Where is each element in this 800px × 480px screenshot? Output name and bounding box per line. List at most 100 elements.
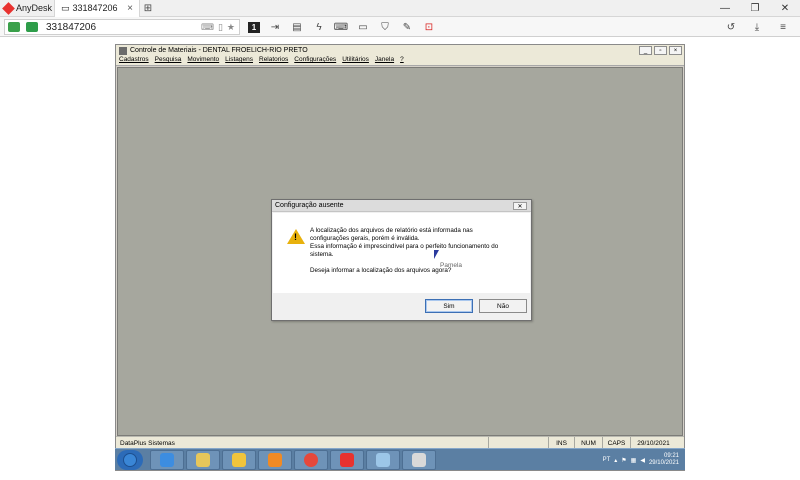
close-button[interactable]: ✕ [770, 0, 800, 17]
dialog-line-3: Essa informação é imprescindível para o … [310, 242, 499, 250]
taskbar-printer[interactable] [402, 450, 436, 470]
menu-icon[interactable]: ≡ [776, 20, 790, 34]
favorite-star-icon[interactable]: ★ [227, 22, 235, 33]
permissions-shield-icon[interactable]: ⛉ [378, 20, 392, 34]
yes-button[interactable]: Sim [425, 299, 473, 313]
app-blue-icon [376, 453, 390, 467]
menu-listagens[interactable]: Listagens [225, 56, 253, 65]
taskbar-apps [150, 450, 436, 470]
app-yellow-icon [232, 453, 246, 467]
app-close-button[interactable]: × [669, 46, 682, 55]
menu-janela[interactable]: Janela [375, 56, 394, 65]
tray-clock[interactable]: 09:21 29/10/2021 [649, 453, 679, 467]
address-bar[interactable]: 331847206 ⌨ ▯ ★ [4, 19, 240, 35]
taskbar-app-blue[interactable] [366, 450, 400, 470]
dialog-line-4: sistema. [310, 250, 334, 258]
dialog-close-button[interactable]: ✕ [513, 202, 527, 210]
chat-icon[interactable]: ▤ [290, 20, 304, 34]
dialog-message: A localização dos arquivos de relatório … [310, 227, 522, 274]
right-tools: ↺ ⤓ ≡ [724, 19, 790, 35]
new-tab-button[interactable]: ⊞ [140, 0, 156, 17]
taskbar-ie[interactable] [150, 450, 184, 470]
taskbar-app-yellow[interactable] [222, 450, 256, 470]
windows-logo-icon [123, 453, 137, 467]
tray-language[interactable]: PT [603, 457, 611, 463]
dialog-title: Configuração ausente [275, 202, 344, 209]
forward-icon[interactable]: ⇥ [268, 20, 282, 34]
menu-utilitarios[interactable]: Utilitários [342, 56, 369, 65]
keyboard-icon[interactable]: ⌨ [201, 22, 214, 33]
monitor-select-icon[interactable]: 1 [248, 21, 260, 33]
warning-icon: ! [287, 229, 305, 244]
menu-cadastros[interactable]: Cadastros [119, 56, 149, 65]
tray-date: 29/10/2021 [648, 460, 679, 466]
anydesk-logo-icon [2, 1, 15, 15]
whiteboard-pen-icon[interactable]: ✎ [400, 20, 414, 34]
app-window-controls: _ ▫ × [639, 46, 682, 55]
app-maximize-button[interactable]: ▫ [654, 46, 667, 55]
system-tray: PT ▴ ⚑ ▦ ◀ 09:21 29/10/2021 [603, 450, 683, 470]
taskbar-explorer[interactable] [186, 450, 220, 470]
dialog-titlebar: Configuração ausente ✕ [272, 200, 531, 212]
app-minimize-button[interactable]: _ [639, 46, 652, 55]
tray-flag-icon[interactable]: ⚑ [621, 457, 626, 464]
taskbar-media[interactable] [258, 450, 292, 470]
internet-explorer-icon [160, 453, 174, 467]
close-tab-icon[interactable]: × [127, 3, 133, 14]
restore-button[interactable]: ❐ [740, 0, 770, 17]
app-titlebar: Controle de Materiais - DENTAL FROELICH-… [116, 45, 684, 56]
dialog-question: Deseja informar a localização dos arquiv… [310, 266, 452, 274]
menu-configuracoes[interactable]: Configurações [294, 56, 336, 65]
anydesk-titlebar: AnyDesk ▭ 331847206 × ⊞ — ❐ ✕ [0, 0, 800, 17]
session-tab[interactable]: ▭ 331847206 × [54, 0, 140, 17]
media-player-icon [268, 453, 282, 467]
printer-icon [412, 453, 426, 467]
address-input[interactable]: 331847206 [46, 22, 96, 33]
menu-pesquisa[interactable]: Pesquisa [155, 56, 182, 65]
tray-arrow-icon[interactable]: ▴ [614, 457, 617, 464]
remote-cursor-label: Pamela [440, 262, 463, 269]
menu-movimento[interactable]: Movimento [187, 56, 219, 65]
menu-help[interactable]: ? [400, 56, 404, 65]
display-settings-icon[interactable]: ▭ [356, 20, 370, 34]
actions-lightning-icon[interactable]: ϟ [312, 20, 326, 34]
remote-desk-icon [26, 22, 38, 32]
config-missing-dialog: Configuração ausente ✕ ! A localização d… [271, 199, 532, 321]
minimize-button[interactable]: — [710, 0, 740, 17]
anydesk-logo: AnyDesk [0, 0, 54, 17]
taskbar-chrome[interactable] [294, 450, 328, 470]
tray-time: 09:21 [663, 453, 679, 459]
record-icon[interactable]: ⊡ [422, 20, 436, 34]
dialog-line-2: configurações gerais, porém é inválida. [310, 234, 420, 242]
taskbar: PT ▴ ⚑ ▦ ◀ 09:21 29/10/2021 [115, 448, 685, 470]
start-button[interactable] [117, 450, 143, 470]
chrome-icon [304, 453, 318, 467]
app-menubar: Cadastros Pesquisa Movimento Listagens R… [116, 56, 684, 66]
tray-network-icon[interactable]: ▦ [631, 457, 637, 464]
app-icon [119, 46, 127, 55]
menu-relatorios[interactable]: Relatorios [259, 56, 288, 65]
keyboard-mode-icon[interactable]: ⌨ [334, 20, 348, 34]
window-controls: — ❐ ✕ [710, 0, 800, 17]
screen: AnyDesk ▭ 331847206 × ⊞ — ❐ ✕ 331847206 … [0, 0, 800, 480]
clipboard-icon[interactable]: ▯ [218, 22, 223, 33]
download-icon[interactable]: ⤓ [750, 20, 764, 34]
anydesk-taskbar-icon [340, 453, 354, 467]
dialog-body: ! A localização dos arquivos de relatóri… [273, 213, 530, 293]
anydesk-app-name: AnyDesk [16, 3, 53, 13]
tray-volume-icon[interactable]: ◀ [640, 457, 645, 464]
app-title: Controle de Materiais - DENTAL FROELICH-… [130, 47, 308, 54]
add-tab-icon: ⊞ [143, 2, 153, 14]
session-tab-label: 331847206 [72, 3, 118, 13]
dialog-line-1: A localização dos arquivos de relatório … [310, 227, 473, 234]
address-side-icons: ⌨ ▯ ★ [201, 22, 239, 33]
folder-icon [196, 453, 210, 467]
taskbar-anydesk[interactable] [330, 450, 364, 470]
connection-status-icon [8, 22, 20, 32]
anydesk-toolbar: 331847206 ⌨ ▯ ★ 1 ⇥ ▤ ϟ ⌨ ▭ ⛉ ✎ ⊡ ↺ ⤓ ≡ [0, 17, 800, 37]
monitor-icon: ▭ [61, 2, 70, 13]
no-button[interactable]: Não [479, 299, 527, 313]
session-tools: 1 ⇥ ▤ ϟ ⌨ ▭ ⛉ ✎ ⊡ [248, 19, 436, 35]
mouse-cursor-icon [434, 250, 439, 259]
history-icon[interactable]: ↺ [724, 20, 738, 34]
